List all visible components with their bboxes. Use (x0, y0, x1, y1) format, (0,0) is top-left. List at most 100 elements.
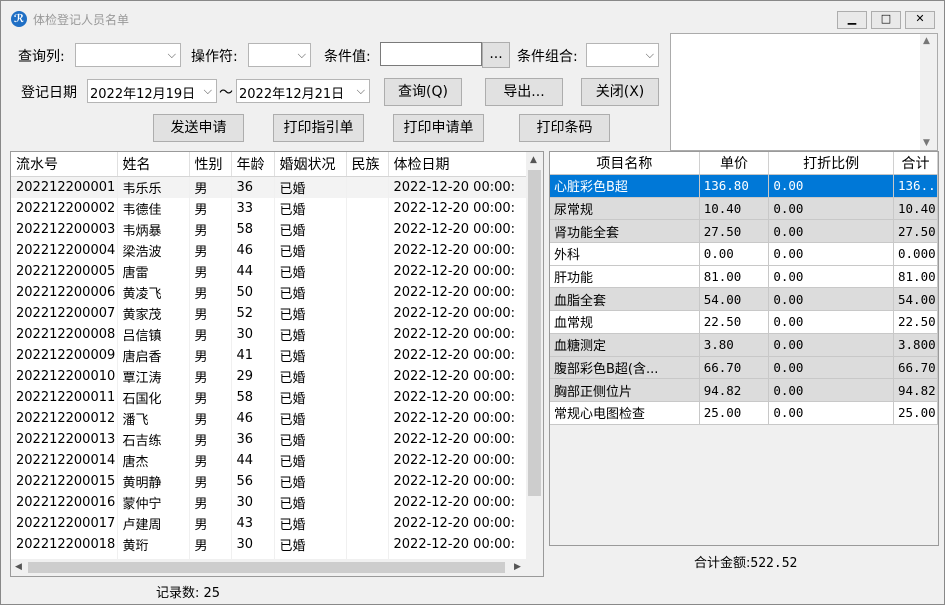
memo-scrollbar[interactable]: ▲ ▼ (920, 34, 937, 150)
cell-age: 44 (231, 449, 275, 471)
table-row[interactable]: 202212200013 石吉练男 36 已婚 2022-12-20 00:00: (11, 428, 529, 450)
table-row[interactable]: 肝功能 81.00 0.00 81.00 (550, 265, 938, 289)
query-column-select[interactable]: ⌵ (75, 43, 181, 67)
table-row[interactable]: 202212200011 石国化男 58 已婚 2022-12-20 00:00: (11, 386, 529, 408)
table-row[interactable]: 202212200016 蒙仲宁男 30 已婚 2022-12-20 00:00: (11, 491, 529, 513)
cell-subtotal: 81.00 (893, 265, 938, 289)
col-header-ethnic[interactable]: 民族 (346, 152, 389, 177)
col-header-marital[interactable]: 婚姻状况 (274, 152, 347, 177)
cell-price: 3.80 (699, 333, 770, 357)
col-header-item-name[interactable]: 项目名称 (550, 152, 700, 175)
table-row[interactable]: 肾功能全套 27.50 0.00 27.50 (550, 219, 938, 244)
scroll-down-icon: ▼ (923, 138, 930, 148)
cell-name: 卢建周 (117, 512, 190, 534)
combine-select[interactable]: ⌵ (586, 43, 659, 67)
table-row[interactable]: 常规心电图检查 25.00 0.00 25.00 (550, 401, 938, 425)
table-row[interactable]: 202212200002 韦德佳男 33 已婚 2022-12-20 00:00: (11, 197, 529, 219)
query-button[interactable]: 查询(Q) (384, 78, 462, 106)
maximize-button[interactable]: □ (871, 11, 901, 29)
cell-serial: 202212200016 (11, 491, 118, 513)
cell-exam-date: 2022-12-20 00:00: (388, 365, 529, 387)
table-row[interactable]: 202212200006 黄凌飞男 50 已婚 2022-12-20 00:00: (11, 281, 529, 303)
table-row[interactable]: 202212200004 梁浩波男 46 已婚 2022-12-20 00:00: (11, 239, 529, 261)
scroll-left-icon: ◀ (15, 562, 22, 572)
cell-serial: 202212200013 (11, 428, 118, 450)
table-row[interactable]: 202212200007 黄家茂男 52 已婚 2022-12-20 00:00: (11, 302, 529, 324)
cell-age: 29 (231, 365, 275, 387)
cell-serial: 202212200002 (11, 197, 118, 219)
table-row[interactable]: 202212200012 潘飞男 46 已婚 2022-12-20 00:00: (11, 407, 529, 429)
cell-serial: 202212200009 (11, 344, 118, 366)
cell-item-name: 血糖测定 (550, 333, 700, 357)
cell-name: 韦乐乐 (117, 176, 190, 198)
print-guide-button[interactable]: 打印指引单 (273, 114, 364, 142)
col-header-gender[interactable]: 性别 (189, 152, 232, 177)
print-request-button[interactable]: 打印申请单 (393, 114, 484, 142)
condition-memo[interactable]: ▲ ▼ (670, 33, 938, 151)
cell-item-name: 尿常规 (550, 197, 700, 221)
cell-discount: 0.00 (768, 333, 894, 357)
table-row[interactable]: 202212200018 黄珩男 30 已婚 2022-12-20 00:00: (11, 533, 529, 555)
col-header-name[interactable]: 姓名 (117, 152, 190, 177)
scroll-thumb[interactable] (28, 562, 505, 573)
table-row[interactable]: 心脏彩色B超 136.80 0.00 136.. (550, 174, 938, 198)
operator-select[interactable]: ⌵ (248, 43, 311, 67)
cell-serial: 202212200007 (11, 302, 118, 324)
col-header-exam-date[interactable]: 体检日期 (388, 152, 529, 177)
cell-serial: 202212200006 (11, 281, 118, 303)
minimize-button[interactable]: ▁ (837, 11, 867, 29)
persons-horizontal-scrollbar[interactable]: ◀ ▶ (11, 559, 543, 576)
col-header-discount[interactable]: 打折比例 (768, 152, 894, 175)
persons-grid[interactable]: 流水号 姓名 性别 年龄 婚姻状况 民族 体检日期 202212200001 韦乐… (10, 151, 544, 577)
cell-serial: 202212200011 (11, 386, 118, 408)
table-row[interactable]: 血常规 22.50 0.00 22.50 (550, 310, 938, 334)
col-header-subtotal[interactable]: 合计 (893, 152, 938, 175)
close-button[interactable]: 关闭(X) (581, 78, 659, 106)
main-window: ℛ 体检登记人员名单 ▁ □ ✕ 查询列: ⌵ 操作符: ⌵ 条件值: ... … (0, 0, 945, 605)
table-row[interactable]: 尿常规 10.40 0.00 10.40 (550, 197, 938, 221)
col-header-price[interactable]: 单价 (699, 152, 770, 175)
cell-subtotal: 94.82 (893, 378, 938, 402)
table-row[interactable]: 202212200003 韦炳暴男 58 已婚 2022-12-20 00:00: (11, 218, 529, 240)
table-row[interactable]: 血脂全套 54.00 0.00 54.00 (550, 287, 938, 312)
table-row[interactable]: 外科 0.00 0.00 0.000 (550, 242, 938, 266)
table-row[interactable]: 202212200017 卢建周男 43 已婚 2022-12-20 00:00: (11, 512, 529, 534)
table-row[interactable]: 202212200001 韦乐乐男 36 已婚 2022-12-20 00:00: (11, 176, 529, 198)
send-request-button[interactable]: 发送申请 (153, 114, 244, 142)
cell-subtotal: 0.000 (893, 242, 938, 266)
table-row[interactable]: 202212200014 唐杰男 44 已婚 2022-12-20 00:00: (11, 449, 529, 471)
cell-age: 52 (231, 302, 275, 324)
cell-subtotal: 10.40 (893, 197, 938, 221)
cell-ethnic (346, 386, 389, 408)
cell-gender: 男 (189, 344, 232, 366)
table-row[interactable]: 202212200015 黄明静男 56 已婚 2022-12-20 00:00: (11, 470, 529, 492)
cell-gender: 男 (189, 281, 232, 303)
close-window-button[interactable]: ✕ (905, 11, 935, 29)
table-row[interactable]: 202212200010 覃江涛男 29 已婚 2022-12-20 00:00: (11, 365, 529, 387)
items-grid[interactable]: 项目名称 单价 打折比例 合计 心脏彩色B超 136.80 0.00 136.. 尿常规… (549, 151, 939, 546)
condition-value-input[interactable] (380, 42, 482, 66)
export-button[interactable]: 导出... (485, 78, 563, 106)
cell-exam-date: 2022-12-20 00:00: (388, 344, 529, 366)
scroll-thumb[interactable] (528, 170, 541, 496)
cell-marital: 已婚 (274, 302, 347, 324)
table-row[interactable]: 胸部正侧位片 94.82 0.00 94.82 (550, 378, 938, 402)
cell-serial: 202212200005 (11, 260, 118, 282)
browse-button[interactable]: ... (482, 42, 510, 68)
date-from-picker[interactable]: 2022年12月19日 ⌵ (87, 79, 217, 103)
cell-serial: 202212200008 (11, 323, 118, 345)
table-row[interactable]: 202212200009 唐启香男 41 已婚 2022-12-20 00:00: (11, 344, 529, 366)
persons-vertical-scrollbar[interactable]: ▲ (526, 152, 543, 560)
date-separator: ～ (219, 85, 233, 101)
date-to-picker[interactable]: 2022年12月21日 ⌵ (236, 79, 370, 103)
cell-subtotal: 54.00 (893, 287, 938, 312)
cell-gender: 男 (189, 323, 232, 345)
table-row[interactable]: 202212200005 唐雷男 44 已婚 2022-12-20 00:00: (11, 260, 529, 282)
col-header-age[interactable]: 年龄 (231, 152, 275, 177)
table-row[interactable]: 血糖测定 3.80 0.00 3.800 (550, 333, 938, 357)
table-row[interactable]: 202212200008 吕信镇男 30 已婚 2022-12-20 00:00: (11, 323, 529, 345)
print-barcode-button[interactable]: 打印条码 (519, 114, 610, 142)
col-header-serial[interactable]: 流水号 (11, 152, 118, 177)
cell-exam-date: 2022-12-20 00:00: (388, 470, 529, 492)
table-row[interactable]: 腹部彩色B超(含... 66.70 0.00 66.70 (550, 356, 938, 380)
